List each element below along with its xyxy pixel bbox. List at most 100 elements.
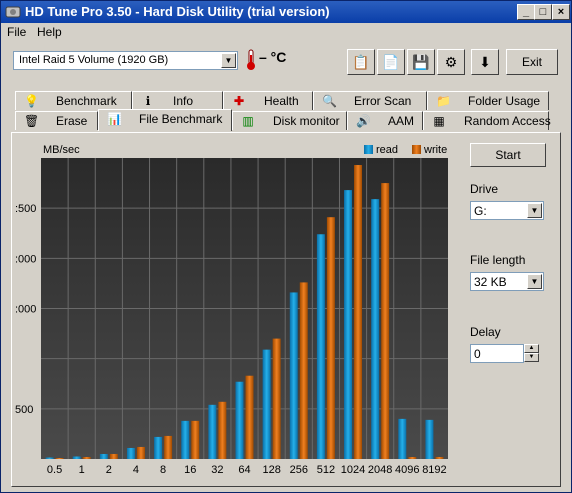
floppy-disk-icon: 💾 — [412, 54, 430, 70]
bar-read-512 — [316, 234, 325, 459]
chevron-down-icon[interactable]: ▼ — [221, 53, 236, 68]
trash-icon: 🗑 — [24, 114, 40, 128]
bar-write-256 — [299, 282, 308, 459]
x-tick-label: 256 — [290, 464, 308, 476]
bar-write-8192 — [435, 456, 444, 459]
bar-write-8 — [164, 435, 173, 459]
chevron-down-icon[interactable]: ▼ — [527, 274, 542, 289]
legend-read-label: read — [376, 144, 398, 156]
maximize-button[interactable]: □ — [534, 4, 552, 20]
bar-read-1024 — [344, 190, 353, 459]
tab-file-benchmark[interactable]: 📊 File Benchmark — [98, 109, 232, 131]
tab-random-access[interactable]: ▦ Random Access — [423, 111, 551, 130]
legend-write-swatch — [412, 145, 421, 154]
file-benchmark-icon: 📊 — [107, 112, 122, 126]
window-title: HD Tune Pro 3.50 - Hard Disk Utility (tr… — [25, 4, 330, 19]
file-length-label: File length — [470, 253, 526, 267]
bar-read-1 — [72, 456, 81, 459]
x-tick-label: 128 — [262, 464, 280, 476]
delay-label: Delay — [470, 325, 501, 339]
tab-health[interactable]: ✚ Health — [223, 91, 313, 110]
file-length-select[interactable]: 32 KB ▼ — [470, 272, 544, 291]
y-tick-label: :000 — [15, 253, 36, 265]
x-tick-label: 2048 — [368, 464, 392, 476]
bar-write-32 — [218, 401, 227, 459]
health-cross-icon: ✚ — [233, 94, 245, 108]
copy-screenshot-button[interactable]: 📄 — [377, 49, 405, 75]
bar-read-4096 — [398, 418, 407, 459]
bar-write-1 — [82, 456, 91, 459]
toolbar: Intel Raid 5 Volume (1920 GB) ▼ – °C 📋 📄… — [1, 41, 571, 85]
drive-dropdown-value: Intel Raid 5 Volume (1920 GB) — [19, 54, 169, 66]
y-axis-title: MB/sec — [43, 144, 80, 156]
tab-erase[interactable]: 🗑 Erase — [15, 111, 98, 130]
bar-read-4 — [126, 447, 135, 459]
drive-label: Drive — [470, 182, 499, 196]
copy-button[interactable]: 📋 — [347, 49, 375, 75]
legend-read-swatch — [364, 145, 373, 154]
bar-read-2 — [99, 453, 108, 459]
x-tick-label: 64 — [238, 464, 250, 476]
delay-input[interactable]: 0 — [470, 344, 524, 363]
magnifier-icon: 🔍 — [322, 94, 337, 108]
arrow-down-icon: ⬇ — [479, 54, 491, 70]
start-button[interactable]: Start — [470, 143, 546, 167]
close-button[interactable]: × — [552, 4, 570, 20]
thermometer-icon — [247, 49, 255, 70]
bar-read-64 — [235, 381, 244, 459]
tab-aam[interactable]: 🔊 AAM — [347, 111, 423, 130]
bar-write-1024 — [354, 165, 363, 460]
download-button[interactable]: ⬇ — [471, 49, 499, 75]
delay-spinner[interactable]: ▲ ▼ — [524, 344, 539, 363]
drive-dropdown[interactable]: Intel Raid 5 Volume (1920 GB) ▼ — [13, 51, 238, 70]
chevron-down-icon[interactable]: ▼ — [527, 203, 542, 218]
tab-disk-monitor[interactable]: ▥ Disk monitor — [232, 111, 347, 130]
y-tick-label: 500 — [15, 404, 33, 416]
bar-read-0.5 — [45, 457, 54, 459]
exit-button[interactable]: Exit — [506, 49, 558, 75]
tab-error-scan[interactable]: 🔍 Error Scan — [313, 91, 427, 110]
delay-value: 0 — [474, 347, 481, 361]
app-icon — [5, 6, 21, 18]
bar-write-128 — [272, 338, 281, 459]
menu-help[interactable]: Help — [37, 25, 62, 39]
x-tick-label: 4 — [133, 464, 139, 476]
settings-icon: ⚙ — [444, 54, 458, 70]
bar-read-8 — [154, 436, 163, 459]
info-icon: ℹ — [145, 94, 151, 108]
file-length-value: 32 KB — [474, 275, 507, 289]
bar-write-64 — [245, 375, 254, 459]
copy-icon: 📋 — [352, 54, 370, 70]
title-bar[interactable]: HD Tune Pro 3.50 - Hard Disk Utility (tr… — [1, 1, 571, 23]
drive-select[interactable]: G: ▼ — [470, 201, 544, 220]
bar-read-256 — [289, 292, 298, 459]
x-tick-label: 0.5 — [47, 464, 62, 476]
minimize-button[interactable]: _ — [517, 4, 535, 20]
save-button[interactable]: 💾 — [407, 49, 435, 75]
bar-read-32 — [208, 404, 217, 459]
x-tick-label: 1 — [79, 464, 85, 476]
x-tick-label: 2 — [106, 464, 112, 476]
y-tick-label: :500 — [15, 203, 36, 215]
speaker-icon: 🔊 — [356, 114, 371, 128]
bar-write-2 — [109, 453, 118, 459]
spin-down-icon[interactable]: ▼ — [524, 353, 539, 362]
options-button[interactable]: ⚙ — [437, 49, 465, 75]
bar-write-4096 — [408, 456, 417, 459]
spin-up-icon[interactable]: ▲ — [524, 344, 539, 353]
bar-write-0.5 — [55, 457, 64, 459]
bar-write-2048 — [381, 183, 390, 460]
tab-info[interactable]: ℹ Info — [132, 91, 223, 110]
folder-icon: 📁 — [436, 94, 451, 108]
bar-write-16 — [191, 420, 200, 459]
menu-file[interactable]: File — [7, 25, 26, 39]
temperature-readout: – °C — [259, 49, 287, 65]
tab-folder-usage[interactable]: 📁 Folder Usage — [427, 91, 549, 110]
app-window: HD Tune Pro 3.50 - Hard Disk Utility (tr… — [0, 0, 572, 493]
menu-bar: File Help — [1, 23, 571, 41]
clipboard-icon: 📄 — [382, 54, 400, 70]
lightbulb-icon: 💡 — [24, 94, 39, 108]
tab-benchmark[interactable]: 💡 Benchmark — [15, 91, 132, 110]
random-access-icon: ▦ — [433, 114, 445, 128]
benchmark-chart: 0.5 1 2 4 8 16 32 64 128 256 512 1024 2048 4096 8192 :… — [15, 143, 455, 483]
